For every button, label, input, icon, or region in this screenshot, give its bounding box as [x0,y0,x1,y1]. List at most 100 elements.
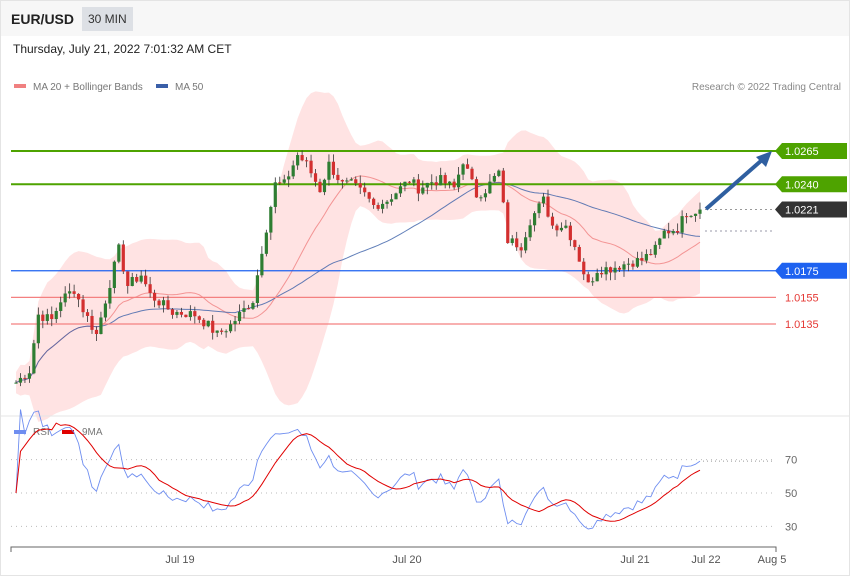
candle-body [251,302,255,309]
candle-body [224,331,228,333]
candle-body [54,310,58,320]
candle-body [313,173,318,182]
candle [264,229,268,257]
candle-body [45,314,49,321]
candle-body [640,258,644,261]
candle-body [658,238,662,245]
candle-body [363,187,367,193]
candle-body [389,199,394,202]
candle-body [582,261,586,275]
candle-body [604,267,608,275]
candle-body [398,186,403,194]
legend-rsi-ma: 9MA [82,427,103,438]
candle-body [184,314,188,318]
candle-body [161,300,166,306]
candle-body [99,317,103,335]
rsi-ma-line [15,422,701,522]
candle-body [519,247,523,251]
candle-body [157,300,161,306]
candle-body [577,247,581,262]
level-label-1.0221: 1.0221 [785,205,819,217]
candle-body [573,240,577,248]
candle-body [555,225,559,231]
level-label-1.0175: 1.0175 [785,266,819,278]
candle-body [130,277,134,287]
candle-body [622,264,626,270]
candle-body [148,284,152,293]
candle-body [680,216,684,233]
candle-body [32,343,36,374]
candle-body [626,263,631,265]
candle-body [41,314,45,321]
candle-body [465,164,470,169]
candle-body [510,238,514,244]
candle-body [689,215,693,217]
candle [470,166,474,181]
candle-body [613,267,617,273]
candle-body [653,244,657,255]
candle-body [448,181,452,184]
candle-body [304,160,309,162]
candle-body [322,179,327,193]
candle [260,246,264,278]
candle-body [528,225,532,238]
candle-body [345,180,349,182]
candle-body [170,309,175,315]
candle-body [175,311,179,315]
candle-body [671,231,675,234]
candle-body [68,291,72,294]
candle-body [211,320,215,333]
candle-body [394,193,398,200]
candle-body [220,330,224,332]
level-label-1.0135: 1.0135 [785,319,819,331]
candle-body [591,281,595,283]
candle-body [36,314,40,344]
candle [394,192,398,200]
candle-body [237,311,242,322]
candle-body [376,204,380,209]
candle-body [568,225,572,241]
candle-body [506,202,510,244]
candle-body [403,181,407,187]
candle-body [23,377,27,379]
candle-body [300,155,304,161]
legend-swatch-ma20 [14,84,26,88]
candle-body [358,183,362,188]
candle-body [532,213,537,226]
candle-body [550,216,555,226]
candle [32,339,36,375]
candle-body [108,287,112,304]
candle-body [242,308,246,312]
candle-body [76,293,81,300]
candle-body [331,161,336,175]
candle-body [336,174,340,181]
candle-body [18,377,23,383]
x-tick-4: Aug 5 [758,554,787,566]
candle-body [121,244,125,272]
candle-body [684,216,689,218]
candle-body [600,273,604,275]
candle-body [559,227,564,231]
legend-ma20: MA 20 + Bollinger Bands [33,82,143,93]
candle-body [524,237,528,251]
candle [474,176,479,198]
candle-body [63,293,67,303]
candle-body [537,203,541,214]
candle [121,240,125,274]
candle-body [354,179,358,184]
candle [577,244,581,262]
candle-body [439,175,443,186]
candle-body [515,238,519,248]
candle-body [452,181,456,188]
candle-body [385,201,389,204]
candle-body [488,181,492,194]
candle-body [81,299,85,313]
candle-body [318,181,322,193]
candle-body [456,174,461,188]
candle-body [139,275,143,282]
candle-body [470,168,474,180]
rsi-tick-50: 50 [785,488,797,500]
rsi-tick-30: 30 [785,521,797,533]
candle-body [497,170,501,176]
candle-body [644,254,648,261]
